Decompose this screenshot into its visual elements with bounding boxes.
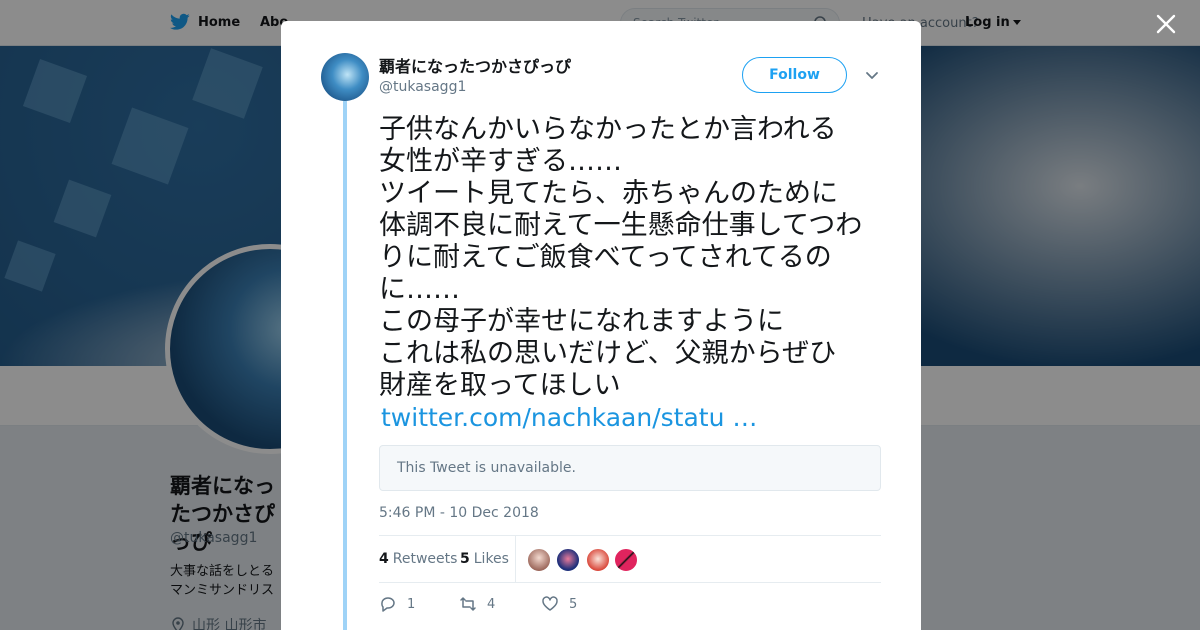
tweet-text-line: ツイート見てたら、赤ちゃんのために [379,178,838,209]
tweet-timestamp[interactable]: 5:46 PM - 10 Dec 2018 [379,505,539,521]
likes-label: Likes [473,551,509,567]
likes-count: 5 [460,551,470,567]
tweet-actions: 1 4 5 [379,595,881,615]
tweet-stats: 4 Retweets 5 Likes [379,535,881,583]
reply-count: 1 [407,596,416,612]
likes-stat[interactable]: 5 Likes [460,551,509,567]
retweets-count: 4 [379,551,389,567]
like-button[interactable]: 5 [541,595,577,613]
retweet-icon [460,597,476,611]
reply-button[interactable]: 1 [379,595,415,613]
tweet-link[interactable]: twitter.com/nachkaan/statu … [381,403,757,432]
liker-avatar[interactable] [614,548,638,572]
chevron-down-icon [866,72,878,79]
tweet-text-line: 子供なんかいらなかったとか言われる [379,114,837,145]
retweets-stat[interactable]: 4 Retweets [379,551,457,567]
tweet-text: 子供なんかいらなかったとか言われる 女性が辛すぎる…… ツイート見てたら、赤ちゃ… [379,114,889,402]
retweet-button[interactable]: 4 [459,595,495,613]
tweet-text-line: これは私の思いだけど、父親からぜひ [379,338,837,369]
follow-button[interactable]: Follow [742,57,847,93]
author-name[interactable]: 覇者になったつかさぴっぴ [379,53,571,77]
author-handle[interactable]: @tukasagg1 [379,79,466,95]
quoted-tweet-unavailable: This Tweet is unavailable. [379,445,881,491]
tweet-text-line: 女性が辛すぎる…… [379,146,622,177]
liker-avatar[interactable] [527,548,551,572]
retweets-label: Retweets [392,551,458,567]
liker-avatar[interactable] [586,548,610,572]
tweet-text-line: りに耐えてご飯食べてってされてるの [379,242,832,273]
tweet-modal: 覇者になったつかさぴっぴ @tukasagg1 Follow 子供なんかいらなか… [281,21,921,630]
tweet-menu-button[interactable] [864,68,880,84]
tweet-text-line: 財産を取ってほしい [379,370,621,401]
like-action-count: 5 [569,596,578,612]
close-icon [1156,14,1176,34]
tweet-text-line: 体調不良に耐えて一生懸命仕事してつわ [379,210,863,241]
author-avatar[interactable] [321,53,369,101]
reply-icon [381,597,395,612]
stats-divider [515,536,516,582]
tweet-text-line: この母子が幸せになれますように [379,306,784,337]
heart-icon [542,596,558,611]
tweet-text-line: に…… [379,274,460,305]
close-button[interactable] [1154,12,1178,36]
liker-avatar[interactable] [556,548,580,572]
retweet-action-count: 4 [487,596,496,612]
thread-line [343,101,347,630]
